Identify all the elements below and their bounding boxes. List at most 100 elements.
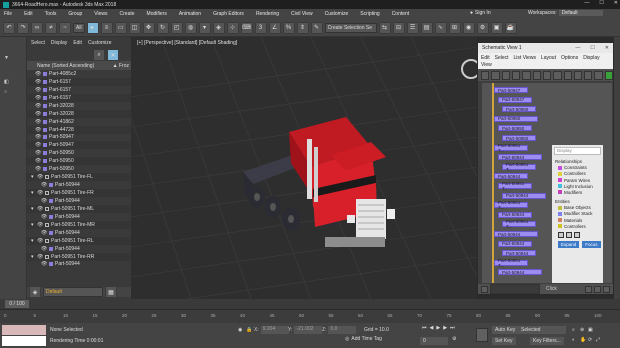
search-icon[interactable] — [481, 285, 488, 293]
menu-views[interactable]: Views — [94, 11, 107, 17]
scene-object-row[interactable]: 👁 Part-6157 — [27, 93, 131, 102]
schematic-menu-edit[interactable]: Edit — [481, 55, 490, 61]
maxscript-listener-mini[interactable] — [2, 325, 46, 335]
entity-option-icon[interactable] — [558, 231, 564, 238]
relationship-toggle[interactable]: Light Inclusion — [558, 184, 601, 189]
menu-file[interactable]: File — [4, 11, 12, 17]
rect-select-icon[interactable]: ▭ — [114, 21, 127, 34]
zoom-icon[interactable] — [594, 285, 601, 293]
scene-object-row[interactable]: 👁 Part-50947 — [27, 134, 131, 142]
track-bar[interactable]: 0 5 10 15 20 25 30 35 40 45 50 55 60 65 70 75 80 85 90 95 10… — [0, 309, 620, 323]
field-of-view-icon[interactable]: ◐ — [572, 337, 575, 343]
rendered-frame-window-icon[interactable]: ▣ — [490, 21, 503, 34]
menu-group[interactable]: Group — [68, 11, 82, 17]
scene-object-row[interactable]: 👁 Part-32028 — [27, 102, 131, 110]
bind-spacewarp-icon[interactable]: ~ — [59, 21, 71, 34]
percent-snap-icon[interactable]: % — [282, 21, 295, 34]
scene-object-row[interactable]: 👁 Part-6157 — [27, 86, 131, 94]
schematic-menu-display[interactable]: Display — [583, 55, 599, 61]
scene-object-row[interactable]: 👁 Part-44728 — [27, 125, 131, 134]
visibility-icon[interactable]: 👁 — [37, 222, 45, 228]
redo-icon[interactable]: ↷ — [17, 21, 29, 34]
schematic-node[interactable]: Part-50944 — [498, 154, 542, 161]
visibility-icon[interactable]: 👁 — [35, 127, 43, 133]
manipulate-icon[interactable]: ⊹ — [226, 21, 239, 34]
geometry-filter-icon[interactable]: ○ — [4, 89, 22, 95]
entity-option-icon[interactable] — [566, 231, 572, 238]
material-editor-icon[interactable]: ◉ — [462, 21, 475, 34]
select-move-icon[interactable]: ✥ — [142, 21, 155, 34]
layer-settings-icon[interactable]: ▦ — [105, 286, 117, 298]
view-dropdown-icon[interactable]: ▾ — [198, 21, 211, 34]
add-time-tag[interactable]: ◎ Add Time Tag — [345, 336, 382, 342]
time-slider-thumb[interactable]: 0 / 100 — [5, 300, 29, 308]
y-value[interactable]: -21.002 — [294, 326, 323, 334]
schematic-search-input[interactable] — [490, 284, 540, 294]
scene-object-row[interactable]: 👁 Part-41862 — [27, 118, 131, 126]
schematic-maximize-button[interactable]: ☐ — [590, 45, 594, 51]
keyboard-shortcut-icon[interactable]: ⌨ — [240, 21, 253, 34]
menu-modifiers[interactable]: Modifiers — [147, 11, 167, 17]
spinner-snap-icon[interactable]: ⇕ — [296, 21, 309, 34]
entity-toggle[interactable]: Base Objects — [558, 205, 601, 210]
render-setup-icon[interactable]: ⚙ — [476, 21, 489, 34]
z-value[interactable]: 0.0 — [328, 326, 357, 334]
scene-menu-edit[interactable]: Edit — [73, 40, 82, 46]
scene-object-row[interactable]: 👁 Part-50950 — [27, 157, 131, 166]
display-floater-icon[interactable] — [481, 70, 490, 80]
connect-icon[interactable] — [501, 70, 510, 80]
schematic-canvas[interactable]: Part-50947 Part-50947 Part-50950 Part-50950… — [482, 83, 612, 283]
list-views-icon[interactable] — [573, 70, 583, 80]
schematic-minimize-button[interactable]: — — [575, 45, 580, 51]
expand-button[interactable]: Expand — [558, 240, 580, 248]
scene-menu-display[interactable]: Display — [51, 40, 67, 46]
menu-animation[interactable]: Animation — [179, 11, 201, 17]
schematic-menu-options[interactable]: Options — [561, 55, 578, 61]
schematic-node[interactable]: Part-50944 — [494, 173, 528, 180]
undo-icon[interactable]: ↶ — [3, 21, 15, 34]
scene-object-row[interactable]: 👁 Part-6157 — [27, 77, 131, 86]
pan-icon[interactable] — [594, 70, 603, 80]
layer-explorer-icon[interactable]: ☰ — [406, 21, 419, 34]
scene-object-row[interactable]: 👁 Part-50944 — [27, 229, 131, 237]
menu-rendering[interactable]: Rendering — [256, 11, 279, 17]
link-icon[interactable]: ∞ — [31, 21, 43, 34]
key-filters-button[interactable]: Key Filters... — [530, 337, 564, 345]
schematic-node[interactable]: Part-50950 — [502, 135, 536, 141]
schematic-menu-layout[interactable]: Layout — [541, 55, 556, 61]
set-key-button[interactable]: Set Key — [492, 337, 516, 345]
workspace-selector[interactable]: Workspaces: Default — [528, 10, 603, 16]
time-slider[interactable]: 0 / 100 — [0, 299, 620, 309]
selection-lock-icon[interactable]: 🔒 — [246, 327, 252, 333]
selection-filter-dropdown[interactable]: All — [73, 22, 85, 33]
name-column-header[interactable]: Name (Sorted Ascending) — [37, 63, 94, 69]
visibility-icon[interactable]: 👁 — [35, 87, 43, 93]
visibility-icon[interactable]: 👁 — [35, 142, 43, 148]
viewcube-icon[interactable] — [461, 59, 477, 79]
auto-key-button[interactable]: Auto Key — [492, 326, 519, 334]
schematic-node[interactable]: Part-50950 — [494, 115, 538, 122]
scene-object-row[interactable]: 👁 Part-50944 — [27, 261, 131, 269]
schematic-node[interactable]: Part-50947 — [494, 87, 528, 93]
x-value[interactable]: 9.204 — [260, 326, 289, 334]
entity-toggle[interactable]: Materials — [558, 218, 601, 223]
next-frame-icon[interactable]: ▶ — [443, 325, 447, 331]
unlink-selected-icon[interactable] — [511, 70, 521, 80]
menu-graph-editors[interactable]: Graph Editors — [213, 11, 244, 17]
schematic-node[interactable]: Part-50950 — [502, 106, 536, 113]
window-crossing-icon[interactable]: ◫ — [128, 21, 141, 34]
schematic-node[interactable]: Part-50951 T... — [498, 181, 532, 191]
named-selection-sets-dropdown[interactable]: Create Selection Se — [324, 22, 377, 33]
schematic-node[interactable]: Part-50944 — [498, 211, 532, 218]
menu-edit[interactable]: Edit — [24, 11, 33, 17]
go-to-end-icon[interactable]: ⏭ — [450, 325, 455, 331]
scene-object-row[interactable]: 👁 Part-32028 — [27, 109, 131, 118]
scene-object-row[interactable]: ▾ 👁 Part-50951 Tire-MR — [27, 220, 131, 229]
visibility-icon[interactable]: 👁 — [41, 182, 49, 188]
show-floater-icon[interactable] — [553, 70, 562, 80]
schematic-node[interactable]: Part-50944 — [502, 250, 536, 257]
relationship-toggle[interactable]: Modifiers — [558, 190, 601, 195]
menu-content[interactable]: Content — [392, 11, 410, 17]
select-rotate-icon[interactable]: ↻ — [156, 21, 169, 34]
close-button[interactable]: ✕ — [614, 0, 618, 6]
